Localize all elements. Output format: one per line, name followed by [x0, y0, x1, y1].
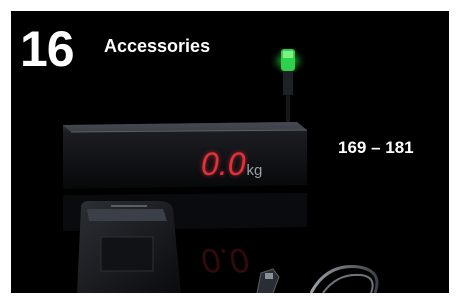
display-value: 0.0: [201, 146, 246, 182]
chapter-number: 16: [20, 21, 75, 77]
svg-text:0.0: 0.0: [201, 241, 248, 279]
page-range: 169 – 181: [338, 138, 414, 157]
chapter-cover: 0.0 16 Accessories 169 – 181 0.0kg: [11, 11, 449, 293]
remote-display: [63, 122, 308, 189]
display-reading: 0.0kg: [201, 147, 262, 181]
display-unit: kg: [246, 162, 263, 179]
signal-light-icon: [270, 47, 306, 125]
chapter-title: Accessories: [104, 36, 211, 56]
cable-icon: [256, 265, 379, 293]
printer-icon: [77, 201, 181, 293]
